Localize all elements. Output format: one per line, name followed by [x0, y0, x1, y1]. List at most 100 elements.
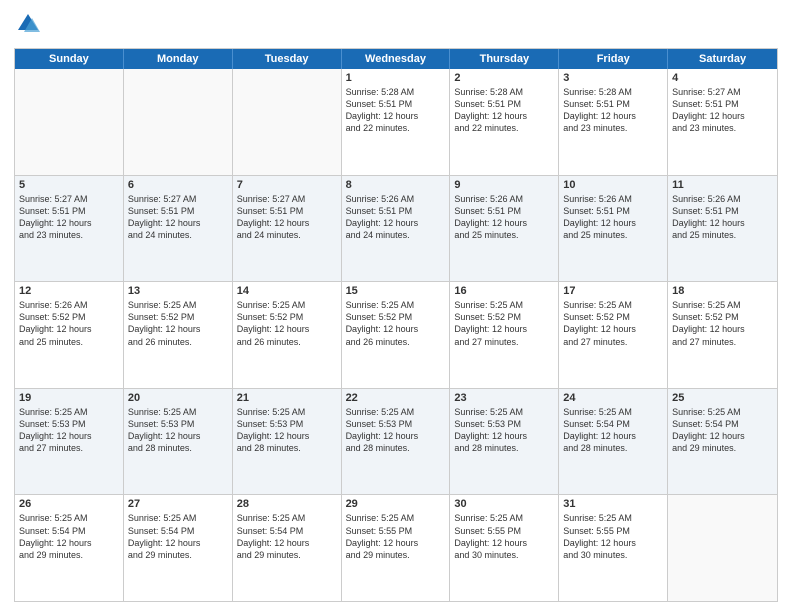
day-number: 31	[563, 498, 663, 510]
calendar-cell: 9 Sunrise: 5:26 AM Sunset: 5:51 PM Daylig…	[450, 176, 559, 282]
day-number: 6	[128, 179, 228, 191]
day-number: 15	[346, 285, 446, 297]
weekday-header: Monday	[124, 49, 233, 69]
day-number: 14	[237, 285, 337, 297]
day-number: 16	[454, 285, 554, 297]
day-info: Sunrise: 5:26 AM Sunset: 5:51 PM Dayligh…	[563, 193, 663, 242]
day-info: Sunrise: 5:26 AM Sunset: 5:51 PM Dayligh…	[346, 193, 446, 242]
day-info: Sunrise: 5:28 AM Sunset: 5:51 PM Dayligh…	[454, 86, 554, 135]
day-number: 30	[454, 498, 554, 510]
day-number: 23	[454, 392, 554, 404]
day-number: 4	[672, 72, 773, 84]
weekday-header: Saturday	[668, 49, 777, 69]
day-number: 18	[672, 285, 773, 297]
day-info: Sunrise: 5:25 AM Sunset: 5:53 PM Dayligh…	[19, 406, 119, 455]
day-info: Sunrise: 5:27 AM Sunset: 5:51 PM Dayligh…	[237, 193, 337, 242]
day-number: 7	[237, 179, 337, 191]
day-info: Sunrise: 5:28 AM Sunset: 5:51 PM Dayligh…	[563, 86, 663, 135]
day-number: 10	[563, 179, 663, 191]
calendar-cell: 11 Sunrise: 5:26 AM Sunset: 5:51 PM Dayli…	[668, 176, 777, 282]
weekday-header: Tuesday	[233, 49, 342, 69]
day-number: 17	[563, 285, 663, 297]
day-info: Sunrise: 5:25 AM Sunset: 5:53 PM Dayligh…	[346, 406, 446, 455]
day-number: 21	[237, 392, 337, 404]
calendar-cell: 20 Sunrise: 5:25 AM Sunset: 5:53 PM Dayli…	[124, 389, 233, 495]
calendar-cell: 4 Sunrise: 5:27 AM Sunset: 5:51 PM Daylig…	[668, 69, 777, 175]
calendar-cell	[124, 69, 233, 175]
day-number: 1	[346, 72, 446, 84]
day-info: Sunrise: 5:27 AM Sunset: 5:51 PM Dayligh…	[672, 86, 773, 135]
calendar-cell: 28 Sunrise: 5:25 AM Sunset: 5:54 PM Dayli…	[233, 495, 342, 601]
calendar-cell: 23 Sunrise: 5:25 AM Sunset: 5:53 PM Dayli…	[450, 389, 559, 495]
calendar-cell: 24 Sunrise: 5:25 AM Sunset: 5:54 PM Dayli…	[559, 389, 668, 495]
calendar-header: SundayMondayTuesdayWednesdayThursdayFrid…	[15, 49, 777, 69]
day-info: Sunrise: 5:25 AM Sunset: 5:53 PM Dayligh…	[128, 406, 228, 455]
calendar-cell: 22 Sunrise: 5:25 AM Sunset: 5:53 PM Dayli…	[342, 389, 451, 495]
calendar-cell: 26Sunrise: 5:25 AM Sunset: 5:54 PM Dayli…	[15, 495, 124, 601]
calendar-row: 19 Sunrise: 5:25 AM Sunset: 5:53 PM Dayli…	[15, 388, 777, 495]
calendar-cell: 25Sunrise: 5:25 AM Sunset: 5:54 PM Dayli…	[668, 389, 777, 495]
day-number: 25	[672, 392, 773, 404]
day-number: 11	[672, 179, 773, 191]
day-number: 27	[128, 498, 228, 510]
day-number: 24	[563, 392, 663, 404]
calendar-cell: 8 Sunrise: 5:26 AM Sunset: 5:51 PM Daylig…	[342, 176, 451, 282]
day-number: 19	[19, 392, 119, 404]
calendar-row: 26Sunrise: 5:25 AM Sunset: 5:54 PM Dayli…	[15, 494, 777, 601]
day-info: Sunrise: 5:25 AM Sunset: 5:54 PM Dayligh…	[237, 512, 337, 561]
day-info: Sunrise: 5:25 AM Sunset: 5:52 PM Dayligh…	[346, 299, 446, 348]
day-info: Sunrise: 5:27 AM Sunset: 5:51 PM Dayligh…	[128, 193, 228, 242]
calendar-row: 5 Sunrise: 5:27 AM Sunset: 5:51 PM Daylig…	[15, 175, 777, 282]
calendar-cell: 1 Sunrise: 5:28 AM Sunset: 5:51 PM Daylig…	[342, 69, 451, 175]
calendar-cell: 16Sunrise: 5:25 AM Sunset: 5:52 PM Dayli…	[450, 282, 559, 388]
calendar-cell: 27 Sunrise: 5:25 AM Sunset: 5:54 PM Dayli…	[124, 495, 233, 601]
day-info: Sunrise: 5:25 AM Sunset: 5:54 PM Dayligh…	[563, 406, 663, 455]
day-number: 5	[19, 179, 119, 191]
calendar-cell: 14 Sunrise: 5:25 AM Sunset: 5:52 PM Dayli…	[233, 282, 342, 388]
day-info: Sunrise: 5:26 AM Sunset: 5:52 PM Dayligh…	[19, 299, 119, 348]
calendar-cell: 19 Sunrise: 5:25 AM Sunset: 5:53 PM Dayli…	[15, 389, 124, 495]
day-number: 12	[19, 285, 119, 297]
calendar-cell: 17 Sunrise: 5:25 AM Sunset: 5:52 PM Dayli…	[559, 282, 668, 388]
weekday-header: Wednesday	[342, 49, 451, 69]
calendar-cell	[233, 69, 342, 175]
logo-icon	[14, 10, 42, 38]
calendar-cell: 12 Sunrise: 5:26 AM Sunset: 5:52 PM Dayli…	[15, 282, 124, 388]
day-info: Sunrise: 5:26 AM Sunset: 5:51 PM Dayligh…	[672, 193, 773, 242]
day-info: Sunrise: 5:25 AM Sunset: 5:55 PM Dayligh…	[346, 512, 446, 561]
day-info: Sunrise: 5:25 AM Sunset: 5:53 PM Dayligh…	[454, 406, 554, 455]
calendar-cell: 10 Sunrise: 5:26 AM Sunset: 5:51 PM Dayli…	[559, 176, 668, 282]
calendar-cell: 18 Sunrise: 5:25 AM Sunset: 5:52 PM Dayli…	[668, 282, 777, 388]
day-info: Sunrise: 5:25 AM Sunset: 5:52 PM Dayligh…	[237, 299, 337, 348]
day-number: 20	[128, 392, 228, 404]
calendar-cell: 30Sunrise: 5:25 AM Sunset: 5:55 PM Dayli…	[450, 495, 559, 601]
calendar-cell: 31 Sunrise: 5:25 AM Sunset: 5:55 PM Dayli…	[559, 495, 668, 601]
day-info: Sunrise: 5:25 AM Sunset: 5:52 PM Dayligh…	[563, 299, 663, 348]
day-number: 28	[237, 498, 337, 510]
day-info: Sunrise: 5:26 AM Sunset: 5:51 PM Dayligh…	[454, 193, 554, 242]
calendar: SundayMondayTuesdayWednesdayThursdayFrid…	[14, 48, 778, 602]
day-info: Sunrise: 5:28 AM Sunset: 5:51 PM Dayligh…	[346, 86, 446, 135]
day-info: Sunrise: 5:25 AM Sunset: 5:55 PM Dayligh…	[563, 512, 663, 561]
day-number: 13	[128, 285, 228, 297]
day-number: 3	[563, 72, 663, 84]
calendar-cell: 5Sunrise: 5:27 AM Sunset: 5:51 PM Daylig…	[15, 176, 124, 282]
day-info: Sunrise: 5:25 AM Sunset: 5:52 PM Dayligh…	[128, 299, 228, 348]
logo	[14, 10, 46, 38]
calendar-body: 1 Sunrise: 5:28 AM Sunset: 5:51 PM Daylig…	[15, 69, 777, 601]
day-number: 8	[346, 179, 446, 191]
day-number: 9	[454, 179, 554, 191]
day-number: 22	[346, 392, 446, 404]
day-info: Sunrise: 5:25 AM Sunset: 5:54 PM Dayligh…	[128, 512, 228, 561]
day-info: Sunrise: 5:25 AM Sunset: 5:53 PM Dayligh…	[237, 406, 337, 455]
calendar-cell: 7 Sunrise: 5:27 AM Sunset: 5:51 PM Daylig…	[233, 176, 342, 282]
calendar-cell: 13 Sunrise: 5:25 AM Sunset: 5:52 PM Dayli…	[124, 282, 233, 388]
weekday-header: Thursday	[450, 49, 559, 69]
weekday-header: Friday	[559, 49, 668, 69]
page: SundayMondayTuesdayWednesdayThursdayFrid…	[0, 0, 792, 612]
calendar-row: 1 Sunrise: 5:28 AM Sunset: 5:51 PM Daylig…	[15, 69, 777, 175]
calendar-cell: 6 Sunrise: 5:27 AM Sunset: 5:51 PM Daylig…	[124, 176, 233, 282]
header	[14, 10, 778, 38]
day-number: 29	[346, 498, 446, 510]
day-info: Sunrise: 5:25 AM Sunset: 5:52 PM Dayligh…	[672, 299, 773, 348]
